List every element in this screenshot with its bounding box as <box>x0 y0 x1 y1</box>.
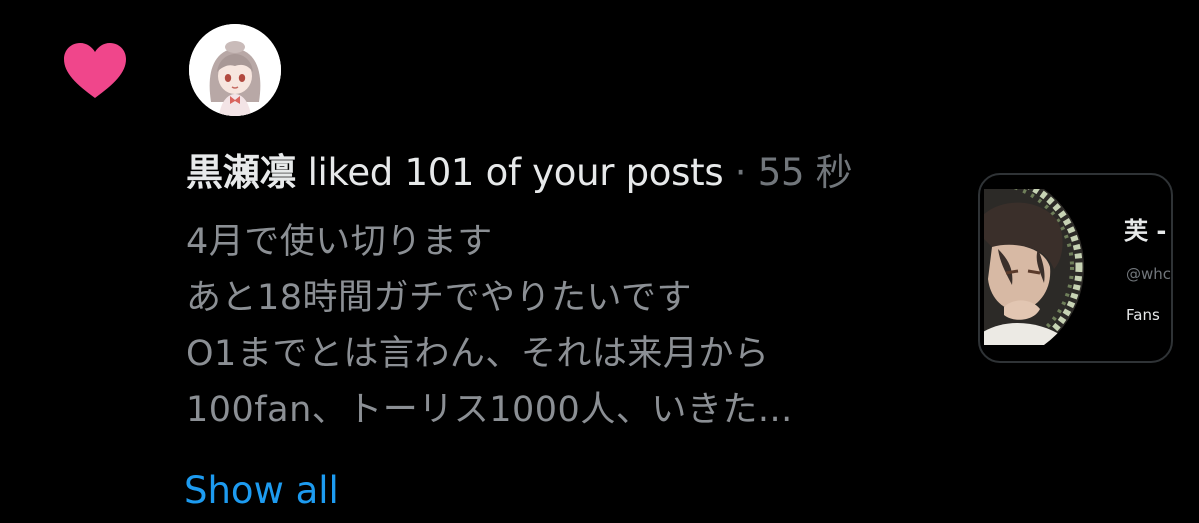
post-line: あと18時間ガチでやりたいです <box>186 278 692 318</box>
separator: · <box>723 151 758 194</box>
profile-card-avatar <box>984 189 1088 345</box>
heart-icon <box>62 42 128 100</box>
profile-card-name: 芙 - <box>1124 217 1167 245</box>
post-line: 4月で使い切ります <box>186 222 493 262</box>
profile-card-handle: @whc <box>1126 265 1172 283</box>
post-line: 100fan、トーリス1000人、いきた... <box>186 390 793 430</box>
like-notification[interactable]: 黒瀬凛 liked 101 of your posts · 55 秒 4月で使い… <box>0 0 1199 523</box>
action-text: liked 101 of your posts <box>296 151 724 194</box>
actor-avatar[interactable] <box>189 24 281 116</box>
show-all-link[interactable]: Show all <box>184 466 339 516</box>
notification-headline: 黒瀬凛 liked 101 of your posts · 55 秒 <box>186 150 853 196</box>
profile-card[interactable]: 芙 - @whc Fans <box>978 173 1173 363</box>
actor-name[interactable]: 黒瀬凛 <box>186 151 296 194</box>
profile-card-fans: Fans <box>1126 306 1160 324</box>
post-line: O1までとは言わん、それは来月から <box>186 334 770 374</box>
timestamp: 55 秒 <box>757 151 853 194</box>
post-preview[interactable]: 4月で使い切ります あと18時間ガチでやりたいです O1までとは言わん、それは来… <box>186 214 946 438</box>
